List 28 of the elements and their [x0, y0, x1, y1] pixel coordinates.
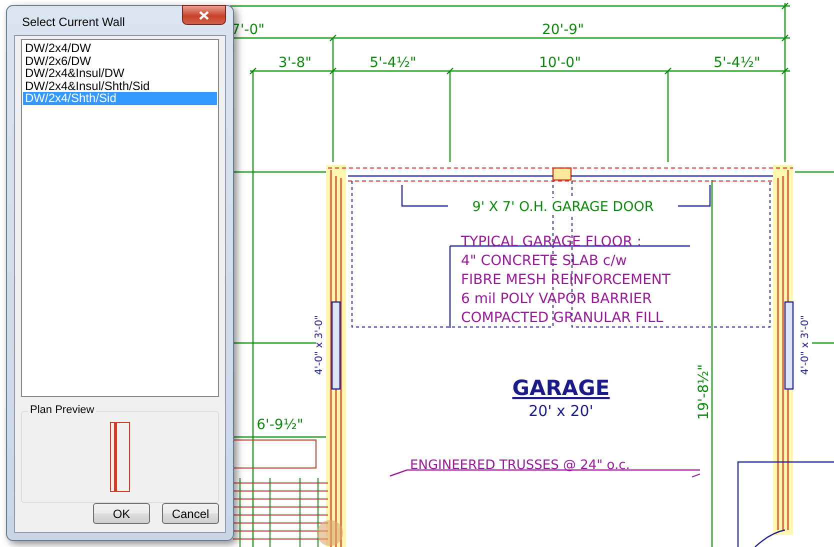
dimension-label: 19'-8½" [696, 364, 712, 420]
close-icon [199, 10, 209, 20]
cancel-button[interactable]: Cancel [162, 503, 219, 524]
dimension-label: 7'-0" [231, 22, 265, 38]
window-size-label: 4'-0" x 3'-0" [800, 315, 811, 375]
note-line: FIBRE MESH REINFORCEMENT [461, 272, 670, 288]
close-button[interactable] [182, 5, 226, 25]
ok-button[interactable]: OK [93, 503, 150, 524]
room-size: 20' x 20' [528, 402, 594, 420]
dimension-label: 5'-4½" [370, 55, 416, 71]
wall-list-item[interactable]: DW/2x4&Insul/Shth/Sid [23, 80, 217, 92]
door-label: 9' X 7' O.H. GARAGE DOOR [472, 199, 654, 215]
window-title: Select Current Wall [22, 15, 125, 29]
note-line: 4" CONCRETE SLAB c/w [461, 253, 627, 269]
wall-list-item[interactable]: DW/2x6/DW [23, 54, 217, 68]
note-line: 6 mil POLY VAPOR BARRIER [461, 291, 652, 307]
room-name: GARAGE [512, 376, 610, 400]
dimension-label: 3'-8" [278, 55, 312, 71]
dimension-label: 6'-9½" [256, 417, 304, 433]
wall-list-item[interactable]: DW/2x4/DW [23, 42, 217, 55]
note-line: COMPACTED GRANULAR FILL [461, 310, 664, 326]
dimension-label: 10'-0" [538, 55, 582, 71]
dimension-label: 20'-9" [542, 22, 584, 38]
dimension-label: 5'-4½" [714, 55, 760, 71]
wall-preview-icon [110, 422, 130, 492]
group-label: Plan Preview [28, 404, 96, 416]
window-size-label: 4'-0" x 3'-0" [314, 315, 325, 375]
wall-list-item[interactable]: DW/2x4&Insul/DW [23, 67, 217, 80]
